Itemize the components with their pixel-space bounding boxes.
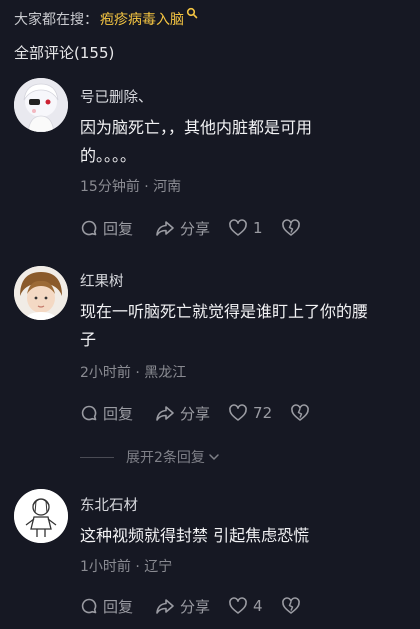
comment-text-line: 子 — [80, 330, 97, 349]
search-icon — [186, 7, 198, 19]
share-button[interactable]: 分享 — [155, 218, 210, 239]
reply-icon — [81, 405, 97, 421]
broken-heart-icon — [281, 597, 300, 614]
comment-text: 这种视频就得封禁 引起焦虑恐慌 — [80, 522, 402, 550]
heart-icon — [229, 219, 247, 236]
reply-icon — [81, 598, 97, 614]
heart-icon — [229, 404, 247, 421]
dislike-button[interactable] — [281, 219, 301, 237]
comment-text: 因为脑死亡，，其他内脏都是可用 的。。。。 — [80, 114, 402, 170]
reply-label: 回复 — [103, 597, 134, 616]
reply-button[interactable]: 回复 — [80, 403, 133, 424]
search-keyword-link[interactable]: 疱疹病毒入脑 — [100, 9, 184, 29]
share-icon — [156, 406, 174, 421]
avatar[interactable] — [14, 266, 68, 320]
expand-replies-label: 展开2条回复 — [126, 450, 205, 466]
comment-text-line: 因为脑死亡，，其他内脏都是可用 — [80, 118, 313, 137]
like-button[interactable]: 1 — [228, 219, 263, 237]
share-icon — [156, 221, 174, 236]
dislike-button[interactable] — [281, 597, 301, 615]
expand-replies-button[interactable]: 展开2条回复 — [80, 447, 221, 467]
comment-actions: 回复 分享 4 — [80, 594, 301, 618]
like-button[interactable]: 72 — [228, 404, 272, 422]
reply-button[interactable]: 回复 — [80, 596, 133, 617]
like-count: 4 — [253, 597, 263, 615]
like-count: 72 — [253, 404, 273, 422]
comment-author[interactable]: 号已删除、 — [80, 86, 153, 107]
comments-count-title: 全部评论(155) — [14, 44, 115, 62]
broken-heart-icon — [291, 404, 309, 421]
comment-meta: 1小时前 · 辽宁 — [80, 559, 173, 575]
heart-icon — [229, 597, 247, 614]
share-button[interactable]: 分享 — [155, 596, 210, 617]
divider-line — [80, 456, 114, 458]
share-icon — [156, 599, 174, 614]
comment-author[interactable]: 红果树 — [80, 270, 124, 291]
comment-text: 现在一听脑死亡就觉得是谁盯上了你的腰 子 — [80, 298, 402, 354]
comment-text-line: 这种视频就得封禁 引起焦虑恐慌 — [80, 526, 310, 545]
comment-meta: 15分钟前 · 河南 — [80, 179, 182, 195]
like-button[interactable]: 4 — [228, 597, 263, 615]
broken-heart-icon — [281, 219, 300, 236]
comment-actions: 回复 分享 1 — [80, 216, 301, 240]
reply-icon — [81, 220, 97, 236]
reply-button[interactable]: 回复 — [80, 218, 133, 239]
share-label: 分享 — [180, 404, 211, 423]
chevron-down-icon — [209, 454, 219, 460]
comment-text-line: 的。。。。 — [80, 146, 137, 165]
comment-text-line: 现在一听脑死亡就觉得是谁盯上了你的腰 — [80, 302, 369, 321]
search-prefix: 大家都在搜： — [14, 12, 98, 28]
comment-actions: 回复 分享 72 — [80, 401, 310, 425]
search-suggestion[interactable]: 大家都在搜： 疱疹病毒入脑 — [14, 7, 198, 30]
share-label: 分享 — [180, 219, 211, 238]
comment-author[interactable]: 东北石材 — [80, 494, 138, 515]
reply-label: 回复 — [103, 404, 134, 423]
share-button[interactable]: 分享 — [155, 403, 210, 424]
dislike-button[interactable] — [290, 404, 310, 422]
avatar[interactable] — [14, 78, 68, 132]
avatar[interactable] — [14, 489, 68, 543]
like-count: 1 — [253, 219, 263, 237]
reply-label: 回复 — [103, 219, 134, 238]
comment-meta: 2小时前 · 黑龙江 — [80, 365, 187, 381]
share-label: 分享 — [180, 597, 211, 616]
